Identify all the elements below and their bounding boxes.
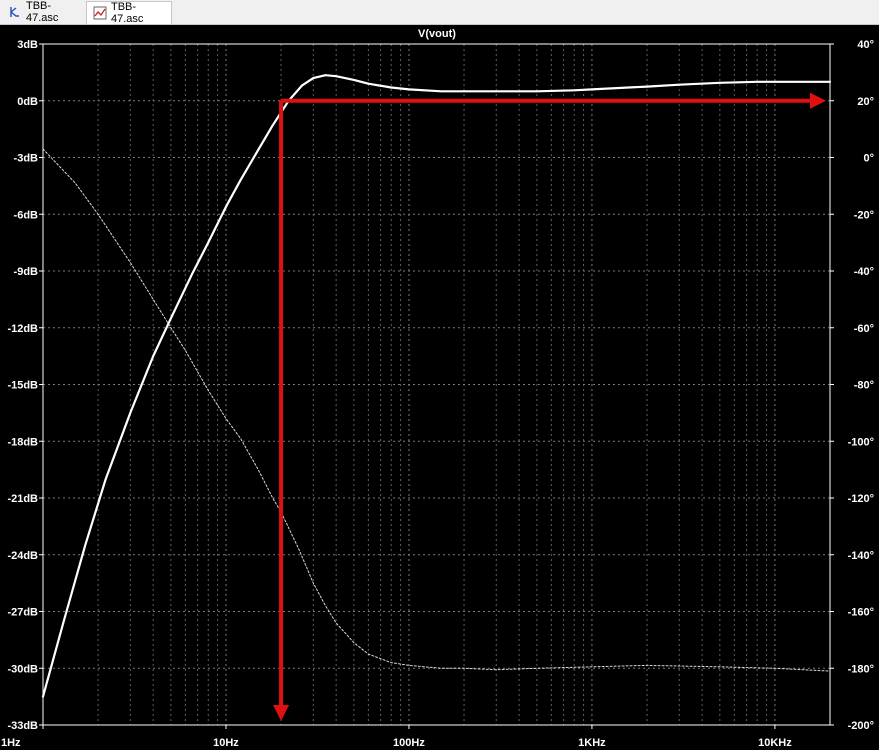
y-right-tick-label: -180° xyxy=(848,663,874,675)
y-left-tick-label: -6dB xyxy=(14,209,39,221)
x-tick-label: 10KHz xyxy=(758,737,792,749)
y-right-tick-label: -200° xyxy=(848,720,874,732)
y-left-tick-label: -9dB xyxy=(14,266,39,278)
x-tick-label: 1KHz xyxy=(578,737,606,749)
y-right-tick-label: -120° xyxy=(848,493,874,505)
y-left-tick-label: -21dB xyxy=(7,493,38,505)
tab-waveform-label: TBB-47.asc xyxy=(111,1,144,25)
tab-bar: TBB-47.asc TBB-47.asc xyxy=(0,0,879,25)
y-left-tick-label: -33dB xyxy=(7,720,38,732)
y-right-tick-label: -160° xyxy=(848,607,874,619)
y-left-tick-label: 3dB xyxy=(17,39,38,51)
waveform-icon xyxy=(93,6,107,20)
y-right-tick-label: -140° xyxy=(848,550,874,562)
y-right-tick-label: -20° xyxy=(854,209,874,221)
y-left-tick-label: -24dB xyxy=(7,550,38,562)
y-left-tick-label: -12dB xyxy=(7,323,38,335)
y-right-tick-label: -80° xyxy=(854,380,874,392)
y-right-tick-label: 40° xyxy=(857,39,874,51)
tab-schematic[interactable]: TBB-47.asc xyxy=(2,0,82,24)
plot-background xyxy=(0,25,879,750)
tab-schematic-label: TBB-47.asc xyxy=(26,0,59,24)
y-right-tick-label: -40° xyxy=(854,266,874,278)
y-right-tick-label: 0° xyxy=(863,153,874,165)
y-right-tick-label: -60° xyxy=(854,323,874,335)
x-tick-label: 1Hz xyxy=(1,737,21,749)
y-left-tick-label: 0dB xyxy=(17,96,38,108)
x-tick-label: 10Hz xyxy=(213,737,239,749)
x-tick-label: 100Hz xyxy=(393,737,425,749)
chart-title: V(vout) xyxy=(418,28,456,40)
bode-plot[interactable]: 3dB 0dB -3dB -6dB -9dB -12dB -15dB -18dB -21dB -2… xyxy=(0,25,879,750)
tab-waveform[interactable]: TBB-47.asc xyxy=(86,1,172,25)
schematic-icon xyxy=(8,5,22,19)
y-left-tick-label: -15dB xyxy=(7,380,38,392)
y-right-tick-label: -100° xyxy=(848,436,874,448)
y-right-tick-label: 20° xyxy=(857,96,874,108)
y-left-tick-label: -30dB xyxy=(7,663,38,675)
y-left-tick-label: -3dB xyxy=(14,153,39,165)
y-left-tick-label: -27dB xyxy=(7,607,38,619)
y-left-tick-label: -18dB xyxy=(7,436,38,448)
